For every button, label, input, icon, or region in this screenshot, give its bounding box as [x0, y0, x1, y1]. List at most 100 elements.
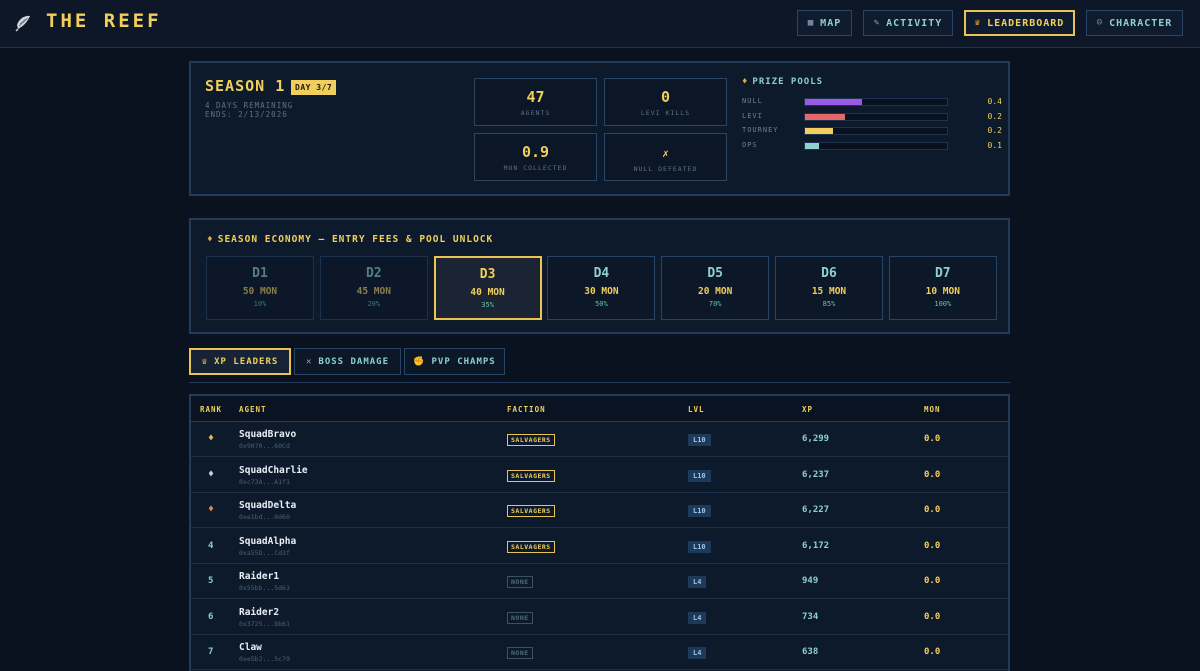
- xp-value: 734: [802, 611, 819, 622]
- agent-name[interactable]: Raider1: [239, 571, 279, 582]
- day-card-d3: D3 40 MON 35%: [433, 256, 542, 320]
- day-card-d6: D6 15 MON 85%: [775, 256, 883, 320]
- mon-value: 0.0: [924, 540, 941, 551]
- table-row[interactable]: 4 SquadAlpha 0xa55D...Cd3f SALVAGERS L10 6,17…: [191, 529, 1008, 564]
- tab-boss-damage[interactable]: ✕ BOSS DAMAGE: [294, 348, 401, 375]
- app-title: THE REEF: [46, 10, 162, 32]
- pool-name: NULL: [742, 97, 763, 105]
- pool-bar-fill: [805, 113, 845, 120]
- table-row[interactable]: ♦ SquadDelta 0xe1bd...0d60 SALVAGERS L10 6,22…: [191, 493, 1008, 528]
- stat-value: 0: [660, 88, 671, 106]
- xp-value: 949: [802, 576, 819, 586]
- day-card-d7: D7 10 MON 100%: [888, 256, 997, 320]
- level-badge: L4: [688, 611, 707, 624]
- table-header: RANK AGENT FACTION LVL XP MON: [191, 396, 1008, 422]
- pool-value: 0.1: [987, 140, 1002, 150]
- stat-null-defeated: ✗ NULL DEFEATED: [604, 133, 727, 181]
- stat-label: AGENTS: [520, 109, 551, 117]
- day-pool-unlock: 85%: [822, 300, 836, 308]
- nav-leaderboard-button[interactable]: ♛ LEADERBOARD: [964, 10, 1075, 36]
- faction-badge: SALVAGERS: [507, 469, 555, 482]
- prize-pool-row-tourney: TOURNEY 0.2: [742, 126, 1002, 136]
- column-header-agent: AGENT: [239, 405, 267, 414]
- mon-value: 0.0: [924, 469, 941, 480]
- pool-bar-fill: [805, 99, 862, 105]
- bronze-medal-icon: ♦: [208, 504, 215, 515]
- level-badge: L10: [688, 469, 711, 482]
- pool-name: LEVI: [742, 111, 763, 120]
- stat-agents: 47 AGENTS: [474, 78, 597, 126]
- tab-label: BOSS DAMAGE: [318, 356, 390, 367]
- agent-name[interactable]: SquadCharlie: [239, 465, 308, 476]
- mon-value: 0.0: [924, 611, 941, 622]
- map-icon: ▦: [807, 18, 815, 28]
- table-row[interactable]: 7 Claw 0xe5b2...5c79 NONE L4 638 0.0: [191, 635, 1008, 670]
- tab-xp-leaders[interactable]: ♛ XP LEADERS: [189, 348, 291, 375]
- xp-value: 6,227: [802, 505, 830, 515]
- nav-label: ACTIVITY: [886, 17, 943, 29]
- season-panel: SEASON 1 DAY 3/7 4 DAYS REMAINING ENDS: …: [189, 61, 1010, 196]
- xp-value: 638: [802, 647, 819, 657]
- pool-value: 0.2: [987, 111, 1002, 121]
- day-pool-unlock: 50%: [595, 300, 608, 308]
- xp-value: 6,299: [802, 434, 830, 444]
- agent-address: 0x9070...60Cd: [239, 442, 290, 450]
- level-badge: L10: [688, 434, 711, 446]
- day-entry-fee: 15 MON: [811, 286, 847, 297]
- stat-label: LEVI KILLS: [640, 109, 691, 117]
- days-remaining: 4 DAYS REMAINING: [205, 101, 294, 110]
- column-header-lvl: LVL: [688, 405, 705, 414]
- stat-mon-collected: 0.9 MON COLLECTED: [474, 133, 597, 181]
- agent-name[interactable]: SquadAlpha: [239, 536, 296, 547]
- tab-label: XP LEADERS: [214, 356, 279, 367]
- agent-name[interactable]: Claw: [239, 642, 262, 653]
- day-name: D2: [365, 266, 382, 281]
- day-entry-fee: 45 MON: [356, 286, 391, 297]
- stat-value: 47: [526, 88, 545, 106]
- stat-value: 0.9: [521, 143, 550, 161]
- day-name: D5: [707, 266, 724, 281]
- nav-label: CHARACTER: [1109, 17, 1173, 29]
- pool-bar: [804, 98, 948, 106]
- day-name: D7: [934, 266, 951, 281]
- economy-title-label: SEASON ECONOMY — ENTRY FEES & POOL UNLOC…: [217, 234, 494, 245]
- pool-bar: [804, 127, 948, 135]
- rank: 7: [208, 647, 214, 657]
- mon-value: 0.0: [924, 576, 941, 586]
- pool-value: 0.2: [987, 126, 1002, 135]
- xp-value: 6,237: [802, 469, 830, 480]
- nav-character-button[interactable]: ☺ CHARACTER: [1086, 10, 1183, 36]
- top-bar: THE REEF ▦ MAP ✎ ACTIVITY ♛ LEADERBOARD …: [0, 0, 1200, 48]
- table-row[interactable]: ♦ SquadBravo 0x9070...60Cd SALVAGERS L10 6,29…: [191, 422, 1008, 457]
- day-name: D6: [821, 266, 837, 281]
- mon-value: 0.0: [924, 647, 941, 657]
- mon-value: 0.0: [924, 505, 941, 515]
- table-row[interactable]: 5 Raider1 0x55bb...5d63 NONE L4 949 0.0: [191, 564, 1008, 599]
- agent-name[interactable]: SquadBravo: [239, 429, 296, 440]
- nav-label: MAP: [820, 17, 842, 29]
- level-badge: L4: [688, 647, 707, 659]
- column-header-mon: MON: [924, 405, 941, 414]
- day-name: D4: [593, 266, 610, 281]
- faction-badge: NONE: [507, 576, 533, 588]
- pool-bar-fill: [805, 142, 820, 149]
- day-pool-unlock: 20%: [367, 300, 381, 308]
- trophy-icon: ♛: [974, 18, 982, 28]
- nav-map-button[interactable]: ▦ MAP: [797, 10, 852, 36]
- nav-label: LEADERBOARD: [987, 17, 1065, 29]
- season-economy-panel: ♦ SEASON ECONOMY — ENTRY FEES & POOL UNLO…: [189, 218, 1010, 334]
- stat-levi-kills: 0 LEVI KILLS: [604, 78, 727, 126]
- day-card-d4: D4 30 MON 50%: [547, 256, 656, 320]
- faction-badge: NONE: [507, 611, 533, 624]
- fist-icon: ✊: [413, 356, 426, 367]
- table-row[interactable]: 6 Raider2 0x3725...bb61 NONE L4 734 0.0: [191, 600, 1008, 635]
- agent-name[interactable]: Raider2: [239, 607, 279, 618]
- agent-address: 0xa55D...Cd3f: [239, 548, 290, 557]
- trophy-icon: ♛: [201, 356, 209, 367]
- day-card-d1: D1 50 MON 10%: [206, 256, 314, 320]
- feather-icon: ✎: [873, 18, 881, 28]
- nav-activity-button[interactable]: ✎ ACTIVITY: [863, 10, 953, 36]
- agent-name[interactable]: SquadDelta: [239, 500, 296, 511]
- table-row[interactable]: ♦ SquadCharlie 0xc73A...A1f1 SALVAGERS L10 6,…: [191, 458, 1008, 493]
- tab-pvp-champs[interactable]: ✊ PVP CHAMPS: [404, 348, 505, 375]
